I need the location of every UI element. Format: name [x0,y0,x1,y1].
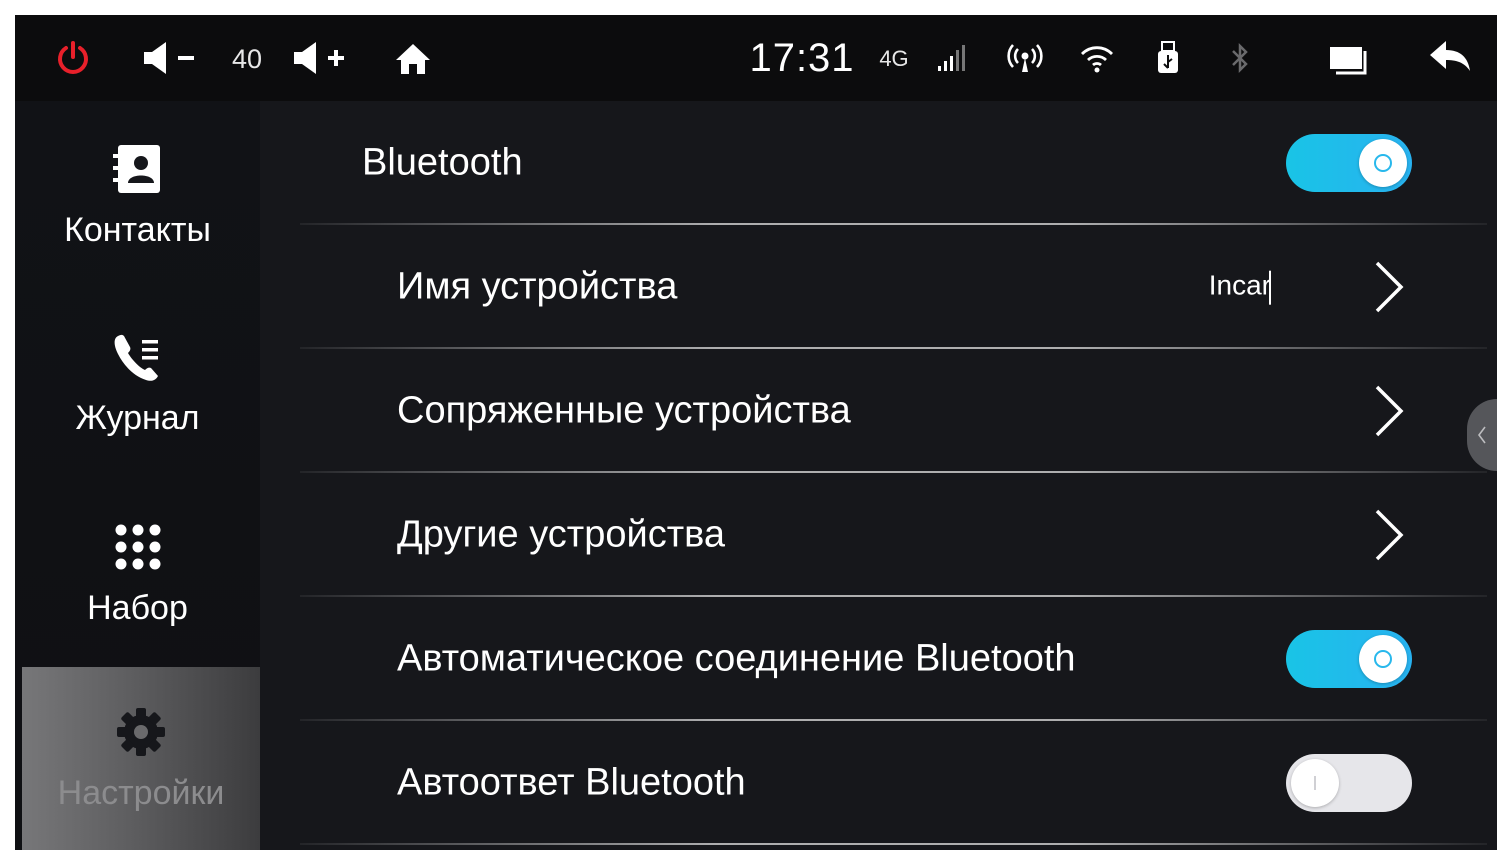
volume-value: 40 [231,43,263,74]
divider [300,843,1487,845]
nav-label-contacts: Контакты [64,210,211,249]
screen: 40 17:31 4G Контакты Журнал Набор Настро… [15,15,1497,850]
bluetooth-row[interactable]: Bluetooth [260,101,1497,225]
text-caret [1269,270,1271,305]
other-devices-label: Другие устройства [397,513,725,556]
toggle-knob [1359,139,1407,187]
network-type: 4G [879,46,909,71]
device-name-label: Имя устройства [397,265,678,308]
clock: 17:31 [749,35,855,80]
chevron-right-icon [1375,385,1404,437]
contacts-icon [111,141,165,197]
device-name-value: Incar [1209,270,1271,305]
usb-icon [1151,39,1185,77]
paired-devices-row[interactable]: Сопряженные устройства [260,349,1497,473]
gear-icon [115,704,167,760]
chevron-left-icon [1478,426,1486,444]
auto-answer-label: Автоответ Bluetooth [397,761,746,804]
bluetooth-settings-list: Bluetooth Имя устройства Incar Сопряженн… [260,101,1497,850]
bluetooth-icon [1223,39,1257,77]
auto-connect-label: Автоматическое соединение Bluetooth [397,637,1076,680]
nav-item-settings[interactable]: Настройки [22,667,260,850]
nav-label-settings: Настройки [57,774,225,812]
toggle-knob [1359,635,1407,683]
auto-connect-toggle[interactable] [1286,630,1412,688]
nav-label-dialpad: Набор [87,588,188,627]
dialpad-icon [113,519,163,575]
other-devices-row[interactable]: Другие устройства [260,473,1497,597]
nav-item-dialpad[interactable]: Набор [15,479,260,667]
call-log-icon [110,329,166,385]
paired-devices-label: Сопряженные устройства [397,389,851,432]
nav-item-call-log[interactable]: Журнал [15,289,260,477]
nav-label-call-log: Журнал [75,398,200,437]
home-icon[interactable] [391,37,435,81]
auto-answer-row[interactable]: Автоответ Bluetooth [260,721,1497,845]
volume-up-icon[interactable] [287,37,349,79]
auto-answer-toggle[interactable] [1286,754,1412,812]
nav-item-contacts[interactable]: Контакты [15,101,260,289]
device-name-text: Incar [1208,269,1271,301]
status-bar: 40 17:31 4G [15,15,1497,101]
bluetooth-label: Bluetooth [362,141,523,184]
power-icon[interactable] [45,37,101,79]
toggle-knob [1291,759,1339,807]
sidebar: Контакты Журнал Набор Настройки [15,101,260,850]
chevron-right-icon [1375,509,1404,561]
auto-connect-row[interactable]: Автоматическое соединение Bluetooth [260,597,1497,721]
device-name-row[interactable]: Имя устройства Incar [260,225,1497,349]
wifi-icon [1077,39,1117,77]
volume-down-icon[interactable] [137,37,199,79]
back-icon[interactable] [1425,35,1475,79]
multitask-icon[interactable] [1325,39,1371,79]
hotspot-icon [1005,39,1045,77]
chevron-right-icon [1375,261,1404,313]
signal-icon [933,41,969,75]
bluetooth-toggle[interactable] [1286,134,1412,192]
